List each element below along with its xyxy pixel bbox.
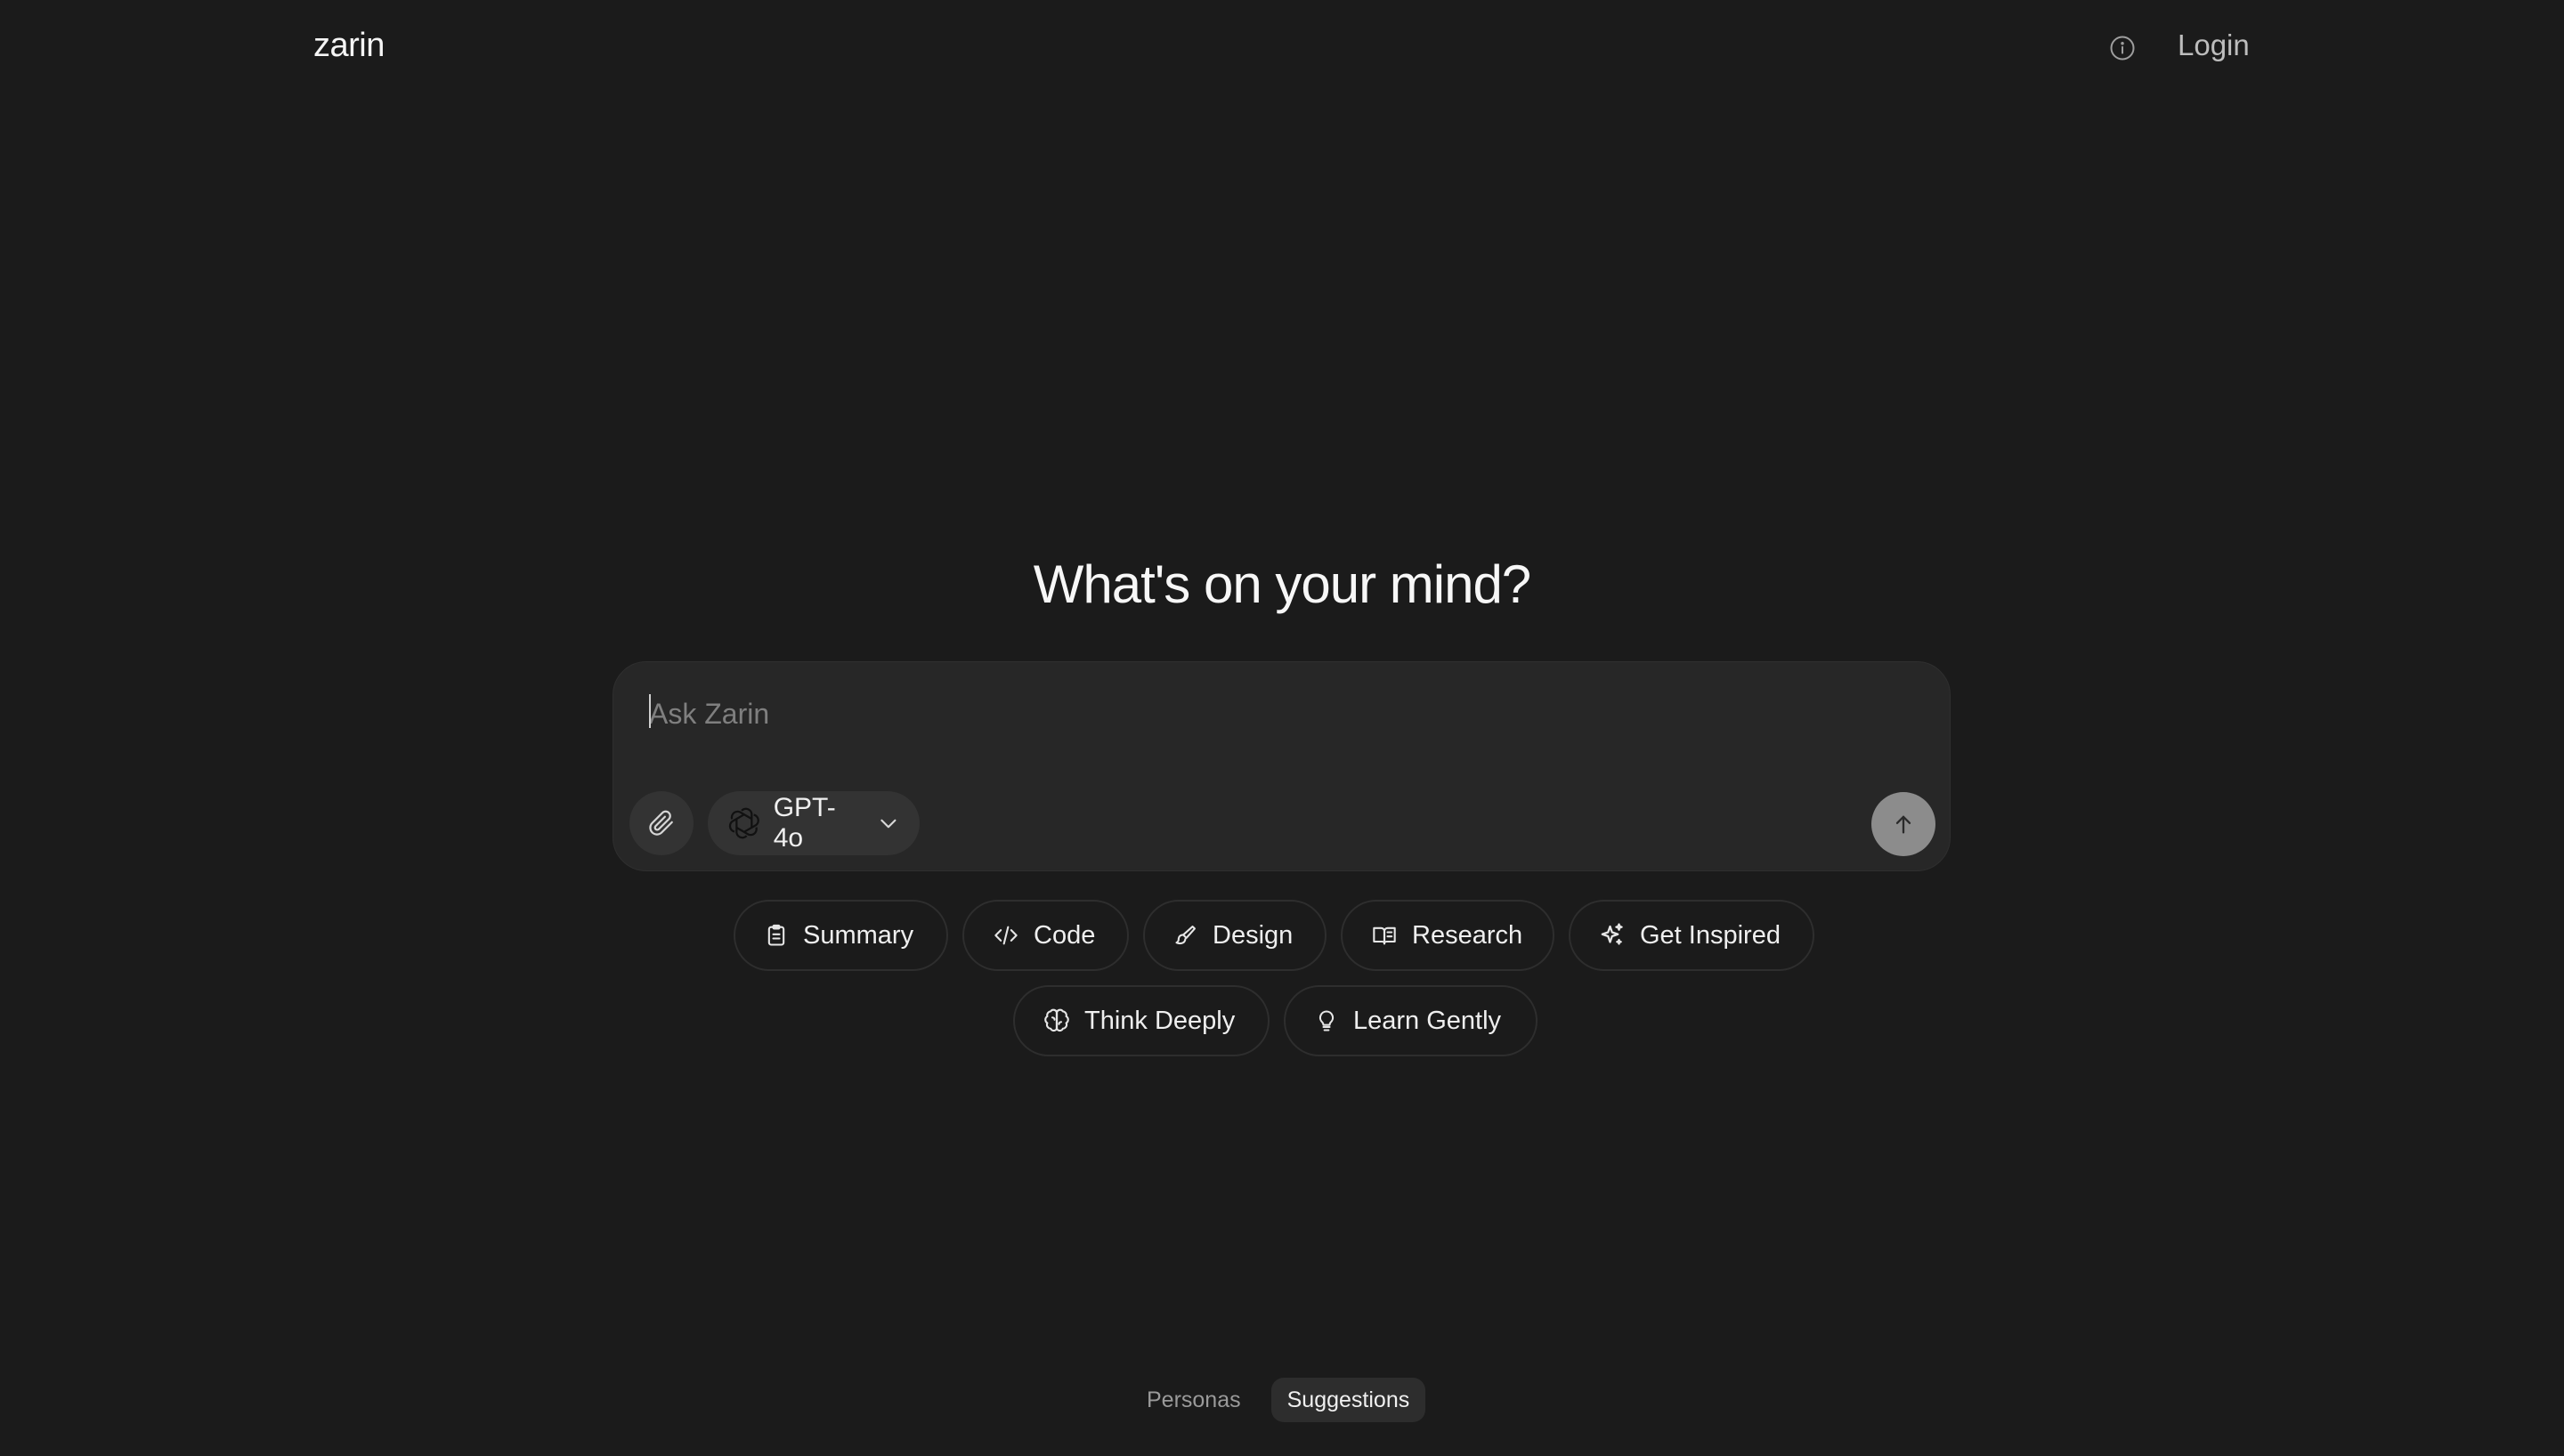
page-headline: What's on your mind? [1033, 554, 1531, 614]
tab-personas[interactable]: Personas [1131, 1378, 1257, 1422]
paperclip-icon [649, 810, 673, 836]
suggestion-chip-learn-gently[interactable]: Learn Gently [1284, 985, 1538, 1056]
model-label: GPT-4o [773, 793, 836, 853]
arrow-up-icon [1895, 815, 1911, 834]
suggestion-chip-summary[interactable]: Summary [734, 900, 948, 971]
chip-label: Design [1213, 920, 1294, 950]
send-button[interactable] [1871, 792, 1935, 856]
info-button[interactable] [2108, 34, 2137, 62]
bottom-mode-toggle: Personas Suggestions [1131, 1378, 1426, 1422]
tab-suggestions[interactable]: Suggestions [1270, 1378, 1426, 1422]
chip-label: Code [1034, 920, 1096, 950]
chat-input[interactable] [649, 692, 1895, 735]
attach-button[interactable] [629, 791, 694, 855]
sparkles-icon [1601, 923, 1623, 945]
suggestion-chip-research[interactable]: Research [1341, 900, 1554, 971]
book-open-icon [1373, 926, 1396, 945]
chat-composer: GPT-4o [613, 661, 1951, 871]
model-selector[interactable]: GPT-4o [708, 791, 920, 855]
paintbrush-icon [1175, 926, 1196, 945]
brand-logo[interactable]: zarin [313, 27, 385, 65]
suggestion-chip-design[interactable]: Design [1143, 900, 1327, 971]
openai-logo-icon [728, 807, 759, 839]
brain-icon [1044, 1008, 1069, 1032]
login-button[interactable]: Login [2178, 28, 2250, 62]
chip-label: Learn Gently [1353, 1006, 1502, 1035]
clipboard-icon [767, 924, 785, 946]
suggestion-chip-get-inspired[interactable]: Get Inspired [1569, 900, 1814, 971]
chip-label: Get Inspired [1640, 920, 1781, 950]
text-caret [649, 694, 651, 728]
chip-label: Think Deeply [1084, 1006, 1236, 1035]
app-page: zarin Login What's on your mind? Ask Zar… [0, 0, 2564, 1456]
lightbulb-icon [1319, 1010, 1335, 1031]
chevron-down-icon [880, 819, 897, 829]
chip-label: Summary [803, 920, 914, 950]
suggestion-chip-code[interactable]: Code [962, 900, 1129, 971]
info-icon [2110, 36, 2135, 61]
code-icon [994, 926, 1018, 945]
chip-label: Research [1412, 920, 1523, 950]
suggestion-chip-think-deeply[interactable]: Think Deeply [1013, 985, 1270, 1056]
